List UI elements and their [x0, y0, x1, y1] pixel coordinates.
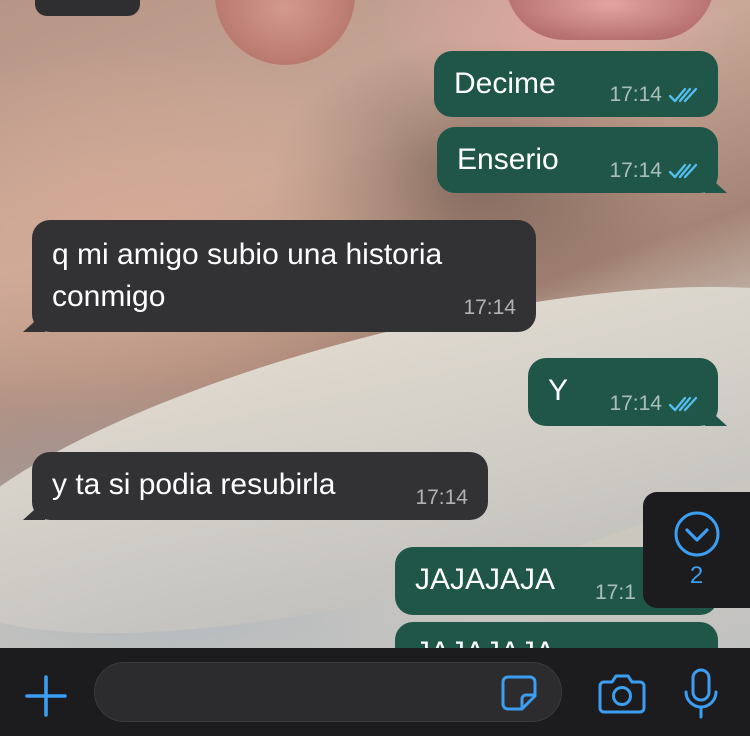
message-text: Decime	[454, 67, 556, 100]
message-incoming[interactable]: q mi amigo subio una historia conmigo 17…	[32, 220, 536, 332]
message-time: 17:14	[415, 486, 468, 509]
message-meta: 17:14	[463, 296, 516, 320]
message-meta: 17:14	[609, 83, 698, 107]
message-incoming[interactable]: y ta si podia resubirla 17:14	[32, 452, 488, 520]
plus-icon[interactable]	[24, 674, 68, 718]
microphone-icon[interactable]	[683, 668, 719, 720]
message-meta: 17:14	[415, 486, 468, 510]
message-meta: 17:1	[595, 581, 636, 605]
message-text: Y	[548, 374, 569, 407]
chevron-down-circle-icon	[674, 511, 719, 557]
sticker-icon[interactable]	[500, 674, 538, 712]
message-text-line: conmigo	[52, 280, 166, 313]
message-outgoing[interactable]: Y 17:14	[528, 358, 718, 426]
message-text: y ta si podia resubirla	[52, 468, 336, 501]
message-input[interactable]	[94, 662, 562, 722]
message-meta: 17:14	[609, 392, 698, 416]
wallpaper-ear	[215, 0, 355, 65]
message-outgoing[interactable]: Enserio 17:14	[437, 127, 718, 193]
read-receipt-icon	[668, 87, 698, 103]
message-text: JAJAJAJA	[415, 563, 556, 596]
message-text-line: q mi amigo subio una historia	[52, 238, 443, 271]
read-receipt-icon	[668, 163, 698, 179]
message-text: Enserio	[457, 143, 559, 176]
message-time: 17:14	[609, 392, 662, 415]
message-time: 17:14	[609, 83, 662, 106]
message-time: 17:1	[595, 581, 636, 604]
previous-message-bubble-edge	[35, 0, 140, 16]
scroll-to-bottom-button[interactable]: 2	[643, 492, 750, 608]
unread-count-badge: 2	[689, 562, 704, 589]
read-receipt-icon	[668, 396, 698, 412]
message-meta: 17:14	[609, 159, 698, 183]
camera-icon[interactable]	[598, 672, 646, 714]
message-outgoing[interactable]: Decime 17:14	[434, 51, 718, 117]
message-time: 17:14	[609, 159, 662, 182]
wallpaper-lips	[505, 0, 715, 40]
message-time: 17:14	[463, 296, 516, 319]
